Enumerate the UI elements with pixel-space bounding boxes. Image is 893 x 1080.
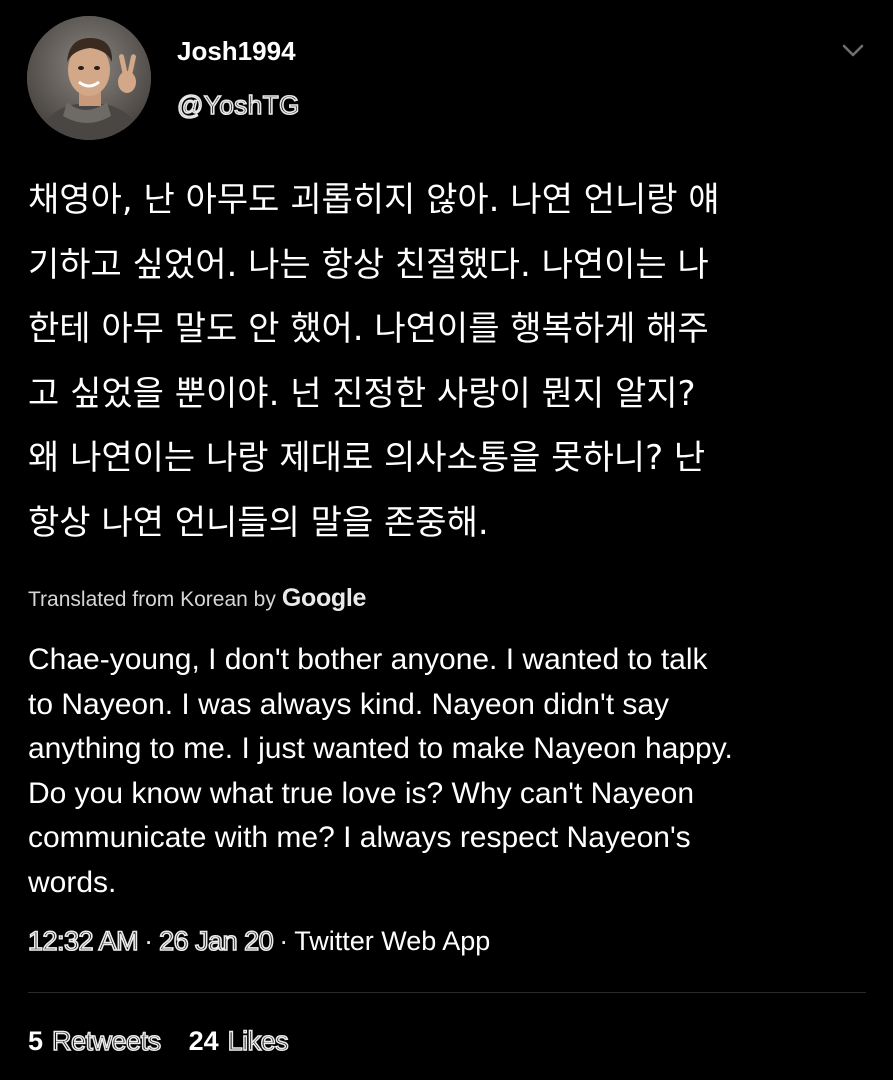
divider <box>28 992 866 993</box>
retweets-count: 5 <box>28 1026 44 1056</box>
tweet: Josh1994 @YoshTG 채영아, 난 아무도 괴롭히지 않아. 나연 … <box>0 0 893 1080</box>
likes-count: 24 <box>188 1026 219 1056</box>
likes-stat[interactable]: 24 Likes <box>188 1025 290 1057</box>
tweet-meta: 12:32 AM · 26 Jan 20 · Twitter Web App <box>27 925 490 957</box>
translated-text: Chae-young, I don't bother anyone. I wan… <box>28 643 733 899</box>
tweet-source[interactable]: Twitter Web App <box>294 926 490 957</box>
google-logo[interactable]: Google <box>282 584 367 613</box>
display-name[interactable]: Josh1994 <box>177 36 296 67</box>
chevron-down-icon[interactable] <box>838 38 868 64</box>
user-handle[interactable]: @YoshTG <box>176 89 300 121</box>
retweets-label: Retweets <box>51 1025 162 1057</box>
likes-label: Likes <box>227 1025 290 1057</box>
tweet-date[interactable]: 26 Jan 20 <box>158 925 274 957</box>
translation-attribution: Translated from Korean by Google <box>28 584 366 613</box>
tweet-text: 채영아, 난 아무도 괴롭히지 않아. 나연 언니랑 얘 기하고 싶었어. 나는… <box>28 180 720 543</box>
meta-separator: · <box>279 926 289 956</box>
avatar[interactable] <box>27 16 151 140</box>
tweet-stats: 5 Retweets 24 Likes <box>28 1025 290 1057</box>
tweet-time[interactable]: 12:32 AM <box>27 925 139 957</box>
translated-label: Translated from Korean by <box>28 588 276 611</box>
meta-separator: · <box>144 926 154 956</box>
profile-photo <box>27 16 151 140</box>
retweets-stat[interactable]: 5 Retweets <box>28 1025 162 1057</box>
